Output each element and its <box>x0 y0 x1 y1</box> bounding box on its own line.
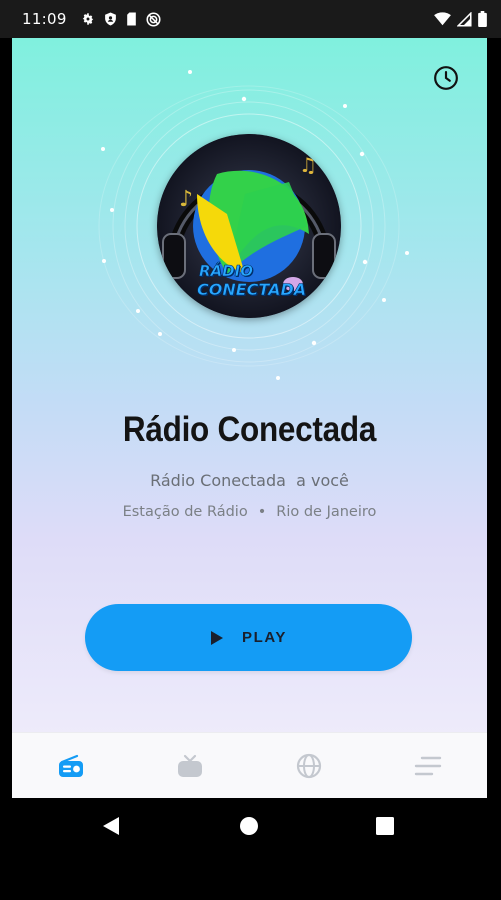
battery-icon <box>478 11 487 27</box>
station-category: Estação de Rádio <box>122 504 248 520</box>
cell-signal-icon <box>457 11 472 27</box>
sd-card-icon <box>126 12 137 26</box>
status-icons-right <box>434 11 487 27</box>
recents-button[interactable] <box>373 814 397 838</box>
nav-tab-world[interactable] <box>250 733 369 798</box>
play-button[interactable]: PLAY <box>85 604 412 671</box>
tv-icon <box>178 754 203 777</box>
back-icon <box>103 817 119 835</box>
recents-icon <box>376 817 394 835</box>
status-time: 11:09 <box>22 10 67 28</box>
nav-tab-tv[interactable] <box>131 733 250 798</box>
logo-text-line1: RÁDIO <box>199 262 254 281</box>
status-bar: 11:09 <box>0 0 501 38</box>
meta-separator: • <box>257 504 267 520</box>
globe-icon <box>296 753 321 779</box>
svg-text:♫: ♫ <box>299 153 317 177</box>
home-button[interactable] <box>237 814 261 838</box>
nav-tab-radio[interactable] <box>12 733 131 798</box>
back-button[interactable] <box>99 814 123 838</box>
wifi-icon <box>434 12 451 26</box>
settings-icon <box>81 12 95 26</box>
history-button[interactable] <box>433 65 459 91</box>
logo-text-line2: CONECTADA <box>197 280 307 300</box>
status-icons-left <box>81 11 161 27</box>
station-meta: Estação de Rádio • Rio de Janeiro <box>12 504 487 520</box>
home-icon <box>240 817 258 835</box>
radio-icon <box>59 754 84 777</box>
play-icon <box>210 630 223 645</box>
system-navigation-bar <box>0 798 501 900</box>
clock-icon <box>434 66 458 90</box>
bottom-navigation <box>12 732 487 798</box>
menu-lines-icon <box>414 756 441 776</box>
app-screen: ♪ ♫ RÁDIO CONECTADA Rádio Conectada Rádi… <box>12 38 487 798</box>
shield-icon <box>104 12 117 26</box>
no-disturb-icon <box>146 11 161 27</box>
play-label: PLAY <box>241 629 288 646</box>
station-name: Rádio Conectada <box>122 410 377 449</box>
svg-text:♪: ♪ <box>179 187 193 212</box>
nav-tab-menu[interactable] <box>368 733 487 798</box>
station-location: Rio de Janeiro <box>276 504 377 520</box>
station-slogan: Rádio Conectada a você <box>150 471 349 490</box>
station-logo: ♪ ♫ RÁDIO CONECTADA <box>157 134 341 318</box>
